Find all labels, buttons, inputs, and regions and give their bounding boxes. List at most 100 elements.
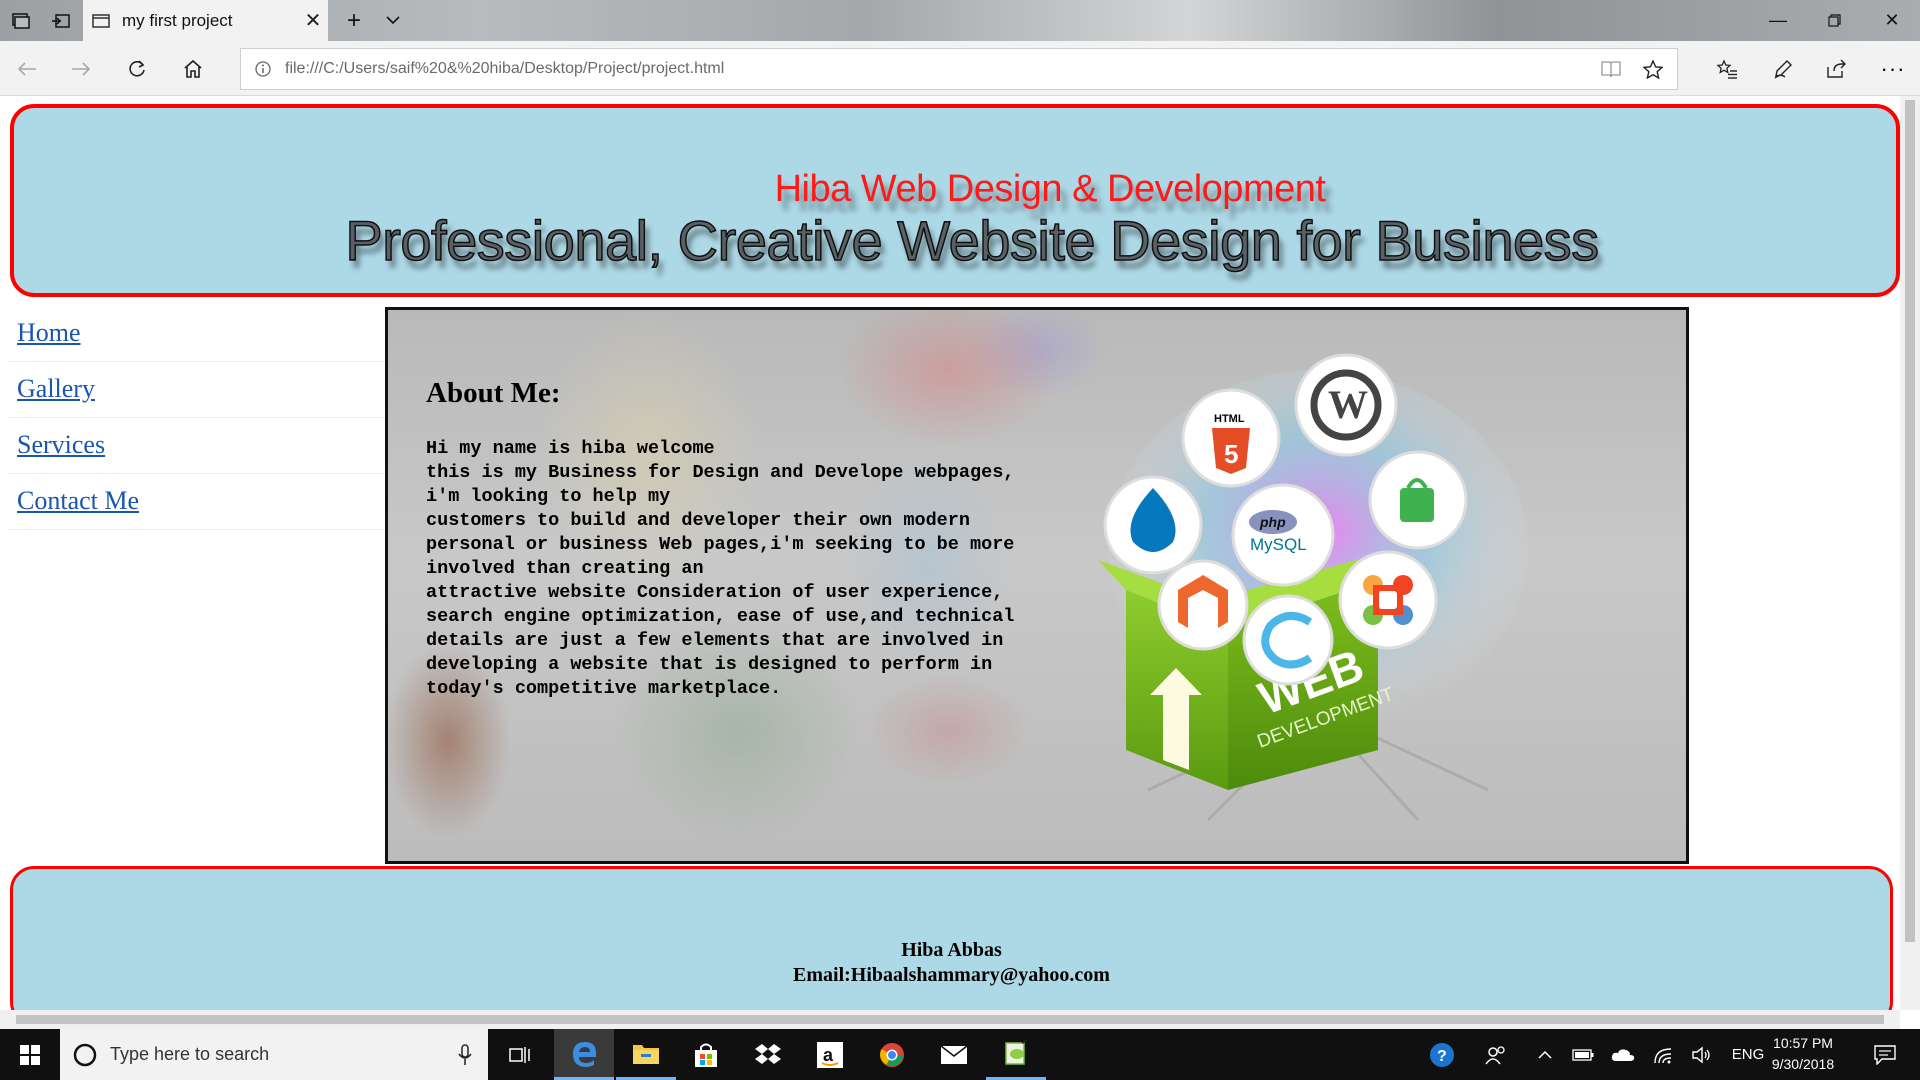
tab-list-button[interactable] xyxy=(0,0,42,41)
php-label: php xyxy=(1259,514,1286,530)
reading-view-icon[interactable] xyxy=(1601,60,1621,78)
info-icon xyxy=(255,61,271,77)
side-navigation: Home Gallery Services Contact Me xyxy=(8,306,383,530)
page-header: Hiba Web Design & Development Profession… xyxy=(10,104,1900,297)
help-tray-button[interactable]: ? xyxy=(1422,1029,1462,1080)
action-center-button[interactable] xyxy=(1860,1029,1910,1080)
favorites-hub-button[interactable] xyxy=(1700,41,1754,96)
close-icon: ✕ xyxy=(1884,10,1900,30)
site-tagline: Professional, Creative Website Design fo… xyxy=(345,208,1600,273)
svg-text:a: a xyxy=(823,1045,834,1065)
tab-title: my first project xyxy=(122,10,233,30)
notepad-plus-icon xyxy=(1005,1040,1028,1065)
share-icon xyxy=(1827,59,1846,78)
dropbox-icon xyxy=(755,1043,781,1064)
wifi-icon xyxy=(1654,1047,1672,1063)
amazon-icon: a xyxy=(817,1041,843,1068)
vertical-scroll-thumb[interactable] xyxy=(1905,100,1915,942)
chevron-down-icon xyxy=(386,16,400,25)
browser-nav-bar: file:///C:/Users/saif%20&%20hiba/Desktop… xyxy=(0,41,1920,96)
windows-taskbar: Type here to search a ? ENG 10:57 PM 9/3… xyxy=(0,1029,1920,1080)
horizontal-scroll-thumb[interactable] xyxy=(16,1015,1884,1024)
taskbar-dropbox[interactable] xyxy=(738,1029,798,1080)
people-tray-button[interactable] xyxy=(1476,1029,1516,1080)
mysql-label: MySQL xyxy=(1250,535,1307,554)
nav-link-gallery[interactable]: Gallery xyxy=(8,362,383,418)
back-button[interactable] xyxy=(0,41,54,96)
drupal-badge xyxy=(1103,475,1203,575)
about-bio: Hi my name is hiba welcome this is my Bu… xyxy=(426,438,1015,699)
taskbar-notepad-plus[interactable] xyxy=(986,1029,1046,1080)
set-aside-icon xyxy=(52,13,70,28)
web-note-button[interactable] xyxy=(1756,41,1810,96)
clock-date: 9/30/2018 xyxy=(1771,1056,1835,1072)
site-name: Hiba Web Design & Development xyxy=(774,168,1326,210)
taskbar-file-explorer[interactable] xyxy=(616,1029,676,1080)
forward-button[interactable] xyxy=(54,41,108,96)
close-window-button[interactable]: ✕ xyxy=(1862,0,1920,41)
footer-name: Hiba Abbas xyxy=(901,939,1002,961)
arrow-left-icon xyxy=(17,61,36,76)
tab-preview-button[interactable] xyxy=(372,0,414,41)
start-button[interactable] xyxy=(0,1029,60,1080)
minimize-button[interactable]: — xyxy=(1748,0,1808,41)
chrome-icon xyxy=(880,1042,904,1067)
microphone-icon[interactable] xyxy=(458,1043,472,1066)
wordpress-badge: W xyxy=(1294,353,1398,457)
shopify-badge xyxy=(1368,450,1468,550)
vertical-scrollbar[interactable] xyxy=(1900,96,1920,1010)
home-button[interactable] xyxy=(166,41,220,96)
address-bar[interactable]: file:///C:/Users/saif%20&%20hiba/Desktop… xyxy=(240,48,1678,90)
taskbar-edge[interactable] xyxy=(554,1029,614,1080)
more-menu-button[interactable]: ··· xyxy=(1866,41,1920,96)
web-development-illustration: WEB DEVELOPMENT HTML 5 W php MySQL xyxy=(1098,353,1528,822)
horizontal-scrollbar[interactable] xyxy=(0,1010,1900,1029)
store-bag-icon xyxy=(695,1043,717,1067)
task-view-button[interactable] xyxy=(490,1029,550,1080)
notification-icon xyxy=(1874,1044,1896,1065)
set-aside-tabs-button[interactable] xyxy=(40,0,82,41)
volume-tray-button[interactable] xyxy=(1686,1029,1716,1080)
php-mysql-badge: php MySQL xyxy=(1231,483,1335,587)
help-icon: ? xyxy=(1430,1042,1454,1067)
refresh-button[interactable] xyxy=(110,41,164,96)
people-icon xyxy=(1485,1045,1505,1064)
html5-badge: HTML 5 xyxy=(1181,388,1281,488)
speaker-icon xyxy=(1692,1046,1710,1063)
close-tab-icon[interactable]: ✕ xyxy=(298,8,328,33)
taskbar-search-box[interactable]: Type here to search xyxy=(60,1029,488,1080)
search-placeholder: Type here to search xyxy=(110,1044,270,1064)
favorite-star-icon[interactable] xyxy=(1643,59,1663,79)
new-tab-button[interactable]: + xyxy=(333,0,375,41)
nav-link-services[interactable]: Services xyxy=(8,418,383,474)
tab-my-first-project[interactable]: my first project ✕ xyxy=(83,0,328,41)
taskbar-chrome[interactable] xyxy=(862,1029,922,1080)
onedrive-tray-button[interactable] xyxy=(1608,1029,1638,1080)
home-icon xyxy=(184,59,202,78)
address-url[interactable]: file:///C:/Users/saif%20&%20hiba/Desktop… xyxy=(285,60,1601,78)
footer-email: Email:Hibaalshammary@yahoo.com xyxy=(793,964,1110,986)
cortana-icon xyxy=(73,1043,97,1066)
battery-icon xyxy=(1572,1048,1594,1061)
chevron-up-icon xyxy=(1538,1050,1552,1059)
battery-tray-button[interactable] xyxy=(1568,1029,1598,1080)
pen-icon xyxy=(1774,59,1792,79)
taskbar-amazon[interactable]: a xyxy=(800,1029,860,1080)
restore-button[interactable] xyxy=(1804,0,1864,41)
tab-list-icon xyxy=(12,12,30,29)
restore-icon xyxy=(1827,14,1841,27)
nav-link-home[interactable]: Home xyxy=(8,306,383,362)
browser-tab-bar: my first project ✕ + — ✕ xyxy=(0,0,1920,41)
mail-icon xyxy=(940,1044,968,1064)
share-button[interactable] xyxy=(1810,41,1864,96)
refresh-icon xyxy=(129,59,145,77)
page-footer: Hiba Abbas Email:Hibaalshammary@yahoo.co… xyxy=(10,866,1893,1010)
taskbar-store[interactable] xyxy=(676,1029,736,1080)
nav-link-contact-me[interactable]: Contact Me xyxy=(8,474,383,530)
show-hidden-icons-button[interactable] xyxy=(1530,1029,1560,1080)
html-label: HTML xyxy=(1214,413,1245,425)
folder-icon xyxy=(633,1045,659,1064)
taskbar-clock[interactable]: 10:57 PM 9/30/2018 xyxy=(1758,1033,1848,1075)
taskbar-mail[interactable] xyxy=(924,1029,984,1080)
wifi-tray-button[interactable] xyxy=(1648,1029,1678,1080)
